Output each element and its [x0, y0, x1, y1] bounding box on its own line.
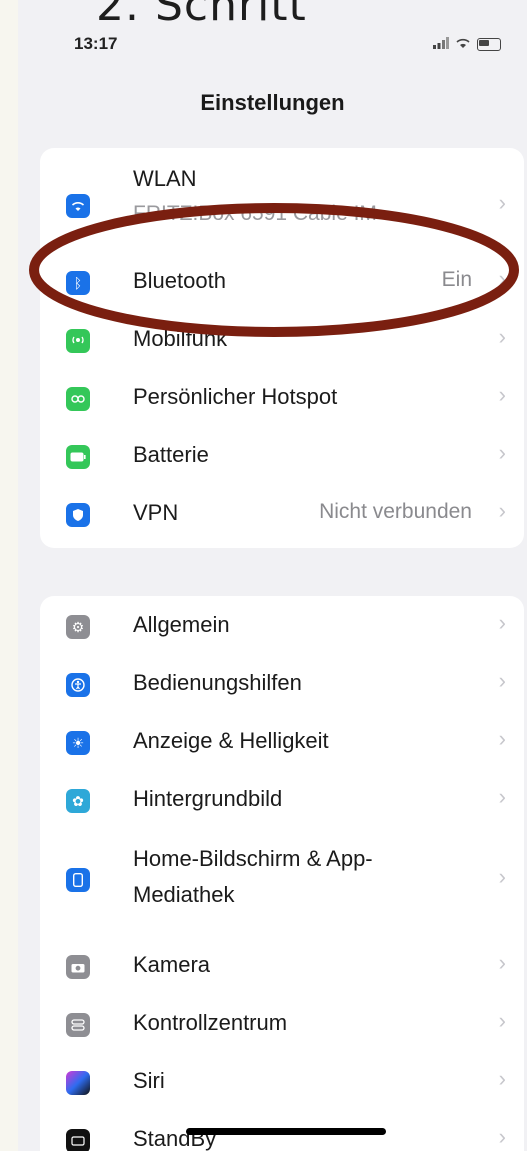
settings-row-kamera[interactable]: Kamera ›	[40, 940, 524, 998]
standby-icon	[66, 1129, 90, 1151]
siri-icon	[66, 1071, 90, 1095]
settings-row-hotspot[interactable]: Persönlicher Hotspot ›	[40, 372, 524, 430]
settings-row-sublabel: FRITZ!Box 6591 Cable IM	[133, 202, 377, 225]
camera-icon	[66, 955, 90, 979]
chevron-right-icon: ›	[498, 440, 506, 465]
status-bar: 13:17	[18, 30, 527, 64]
chevron-right-icon: ›	[498, 1008, 506, 1033]
settings-row-bluetooth[interactable]: ᛒ Bluetooth Ein ›	[40, 256, 524, 314]
settings-row-label: Anzeige & Helligkeit	[133, 728, 329, 753]
connectivity-group: WLAN FRITZ!Box 6591 Cable IM › ᛒ Bluetoo…	[40, 148, 524, 548]
sun-icon: ☀	[66, 731, 90, 755]
settings-row-label: Home-Bildschirm & App-	[133, 846, 373, 871]
chevron-right-icon: ›	[498, 382, 506, 407]
settings-row-hintergrund[interactable]: ✿ Hintergrundbild ›	[40, 774, 524, 832]
chevron-right-icon: ›	[498, 190, 506, 215]
settings-row-label: Bedienungshilfen	[133, 670, 302, 695]
bluetooth-icon: ᛒ	[66, 271, 90, 295]
settings-row-value: Ein	[441, 268, 472, 291]
settings-row-label: Persönlicher Hotspot	[133, 384, 338, 409]
chevron-right-icon: ›	[498, 324, 506, 349]
chevron-right-icon: ›	[498, 1124, 506, 1149]
settings-row-label: WLAN	[133, 166, 197, 191]
settings-row-siri[interactable]: Siri ›	[40, 1056, 524, 1114]
wifi-icon	[455, 36, 471, 52]
controlcenter-icon	[66, 1013, 90, 1037]
battery-icon	[66, 445, 90, 469]
accessibility-icon	[66, 673, 90, 697]
settings-row-label-line2: Mediathek	[133, 882, 235, 907]
settings-row-homescreen[interactable]: Home-Bildschirm & App- Mediathek ›	[40, 832, 524, 928]
settings-row-label: Kontrollzentrum	[133, 1010, 288, 1035]
settings-row-batterie[interactable]: Batterie ›	[40, 430, 524, 488]
hotspot-icon	[66, 387, 90, 411]
wifi-icon	[66, 194, 90, 218]
settings-row-label: Allgemein	[133, 612, 230, 637]
step-caption: 2. Schritt	[96, 0, 307, 31]
settings-screen: 2. Schritt 13:17 Einstellungen WLAN FRIT…	[18, 0, 527, 1151]
settings-row-wlan[interactable]: WLAN FRITZ!Box 6591 Cable IM ›	[40, 166, 524, 246]
settings-row-label: Siri	[133, 1068, 165, 1093]
settings-row-label: VPN	[133, 500, 179, 525]
chevron-right-icon: ›	[498, 1066, 506, 1091]
chevron-right-icon: ›	[498, 726, 506, 751]
settings-row-vpn[interactable]: VPN Nicht verbunden ›	[40, 488, 524, 546]
settings-row-value: Nicht verbunden	[319, 500, 472, 523]
general-group: ⚙ Allgemein › Bedienungshilfen › ☀ Anzei…	[40, 596, 524, 1151]
settings-row-label: Mobilfunk	[133, 326, 228, 351]
settings-row-label: Batterie	[133, 442, 209, 467]
settings-row-label: Hintergrundbild	[133, 786, 283, 811]
chevron-right-icon: ›	[498, 266, 506, 291]
flower-icon: ✿	[66, 789, 90, 813]
settings-row-kontrollzentrum[interactable]: Kontrollzentrum ›	[40, 998, 524, 1056]
home-indicator	[186, 1128, 386, 1135]
status-time: 13:17	[74, 34, 118, 53]
signal-icon	[433, 36, 449, 52]
page-title: Einstellungen	[200, 90, 345, 115]
homescreen-icon	[66, 868, 90, 892]
chevron-right-icon: ›	[498, 610, 506, 635]
antenna-icon	[66, 329, 90, 353]
chevron-right-icon: ›	[498, 498, 506, 523]
chevron-right-icon: ›	[498, 668, 506, 693]
settings-row-bedienungshilfen[interactable]: Bedienungshilfen ›	[40, 658, 524, 716]
vpn-icon	[66, 503, 90, 527]
status-icons	[433, 36, 501, 52]
settings-row-mobilfunk[interactable]: Mobilfunk ›	[40, 314, 524, 372]
settings-row-label: Kamera	[133, 952, 211, 977]
battery-icon	[477, 37, 501, 51]
settings-row-label: Bluetooth	[133, 268, 226, 293]
settings-row-allgemein[interactable]: ⚙ Allgemein ›	[40, 600, 524, 658]
settings-row-anzeige[interactable]: ☀ Anzeige & Helligkeit ›	[40, 716, 524, 774]
chevron-right-icon: ›	[498, 950, 506, 975]
chevron-right-icon: ›	[498, 784, 506, 809]
chevron-right-icon: ›	[498, 864, 506, 889]
gear-icon: ⚙	[66, 615, 90, 639]
